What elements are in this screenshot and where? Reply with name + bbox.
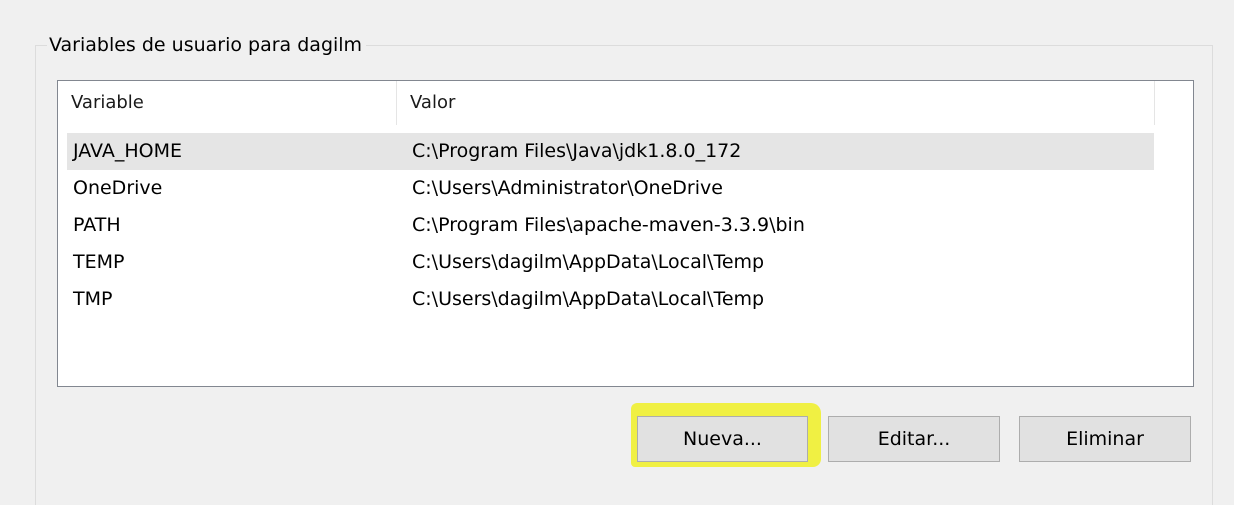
column-header-valor[interactable]: Valor [410,81,1150,125]
variable-value: C:\Users\dagilm\AppData\Local\Temp [412,251,765,273]
list-rows: JAVA_HOME C:\Program Files\Java\jdk1.8.0… [67,133,1154,318]
variable-name: OneDrive [73,177,163,199]
groupbox-title: Variables de usuario para dagilm [47,32,367,58]
table-row[interactable]: PATH C:\Program Files\apache-maven-3.3.9… [67,207,1154,244]
variable-value: C:\Program Files\Java\jdk1.8.0_172 [412,140,742,162]
variable-value: C:\Users\Administrator\OneDrive [412,177,723,199]
table-row[interactable]: TMP C:\Users\dagilm\AppData\Local\Temp [67,281,1154,318]
variable-name: PATH [73,214,121,236]
table-row[interactable]: JAVA_HOME C:\Program Files\Java\jdk1.8.0… [67,133,1154,170]
variable-value: C:\Program Files\apache-maven-3.3.9\bin [412,214,805,236]
new-variable-button[interactable]: Nueva... [637,416,808,462]
variables-list[interactable]: Variable Valor JAVA_HOME C:\Program File… [57,80,1194,387]
column-divider[interactable] [396,81,397,125]
column-divider[interactable] [1154,81,1155,125]
variable-name: TMP [73,288,113,310]
variable-name: JAVA_HOME [73,140,182,162]
table-row[interactable]: TEMP C:\Users\dagilm\AppData\Local\Temp [67,244,1154,281]
variable-name: TEMP [73,251,125,273]
table-row[interactable]: OneDrive C:\Users\Administrator\OneDrive [67,170,1154,207]
list-header: Variable Valor [58,81,1155,125]
column-header-variable[interactable]: Variable [71,81,396,125]
delete-variable-button[interactable]: Eliminar [1019,416,1191,462]
edit-variable-button[interactable]: Editar... [828,416,1000,462]
variable-value: C:\Users\dagilm\AppData\Local\Temp [412,288,765,310]
